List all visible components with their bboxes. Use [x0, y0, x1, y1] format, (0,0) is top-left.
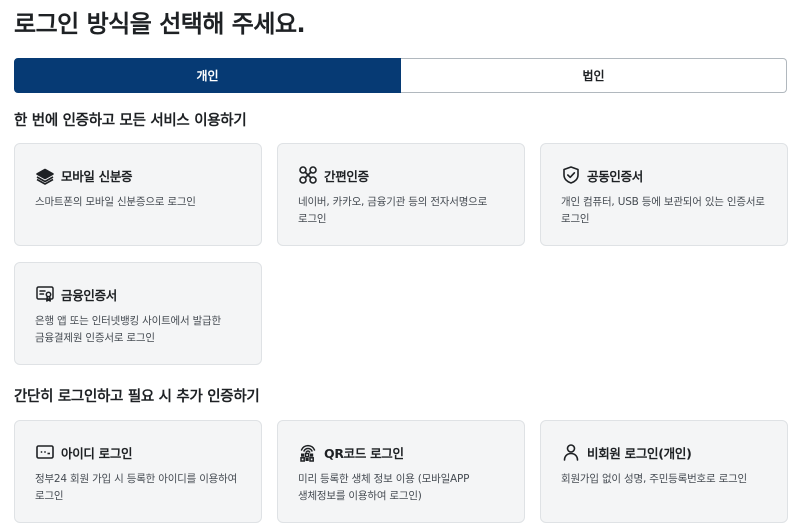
tab-personal[interactable]: 개인: [14, 58, 401, 93]
section-title-simple-login: 간단히 로그인하고 필요 시 추가 인증하기: [14, 389, 260, 405]
card-description: 미리 등록한 생체 정보 이용 (모바일APP 생체정보를 이용하여 로그인): [298, 473, 470, 502]
card-title: 아이디 로그인: [61, 445, 133, 461]
card-description: 정부24 회원 가입 시 등록한 아이디를 이용하여 로그인: [35, 473, 238, 502]
section-title-unified-auth: 한 번에 인증하고 모든 서비스 이용하기: [14, 113, 247, 129]
login-type-tabs: 개인 법인: [14, 58, 787, 93]
card-title: 간편인증: [324, 168, 369, 184]
login-card-mobile-id[interactable]: 모바일 신분증 스마트폰의 모바일 신분증으로 로그인: [14, 143, 262, 246]
card-title: QR코드 로그인: [324, 445, 404, 461]
card-description: 스마트폰의 모바일 신분증으로 로그인: [35, 196, 196, 208]
card-title: 공동인증서: [587, 168, 644, 184]
card-description: 개인 컴퓨터, USB 등에 보관되어 있는 인증서로 로그인: [561, 196, 765, 225]
shield-check-icon: [561, 165, 581, 185]
simple-auth-icon: [298, 165, 318, 185]
login-card-financial-certificate[interactable]: 금융인증서 은행 앱 또는 인터넷뱅킹 사이트에서 발급한 금융결제원 인증서로…: [14, 262, 262, 365]
card-description: 회원가입 없이 성명, 주민등록번호로 로그인: [561, 473, 747, 485]
card-title: 비회원 로그인(개인): [587, 445, 692, 461]
qr-face-icon: [298, 442, 318, 462]
login-card-guest[interactable]: 비회원 로그인(개인) 회원가입 없이 성명, 주민등록번호로 로그인: [540, 420, 788, 523]
id-password-icon: [35, 442, 55, 462]
page-title: 로그인 방식을 선택해 주세요.: [14, 10, 306, 38]
user-icon: [561, 442, 581, 462]
mobile-id-icon: [35, 165, 55, 185]
card-title: 모바일 신분증: [61, 168, 133, 184]
card-description: 은행 앱 또는 인터넷뱅킹 사이트에서 발급한 금융결제원 인증서로 로그인: [35, 315, 221, 344]
login-card-id[interactable]: 아이디 로그인 정부24 회원 가입 시 등록한 아이디를 이용하여 로그인: [14, 420, 262, 523]
certificate-icon: [35, 284, 55, 304]
login-card-simple-auth[interactable]: 간편인증 네이버, 카카오, 금융기관 등의 전자서명으로 로그인: [277, 143, 525, 246]
card-description: 네이버, 카카오, 금융기관 등의 전자서명으로 로그인: [298, 196, 488, 225]
login-card-joint-certificate[interactable]: 공동인증서 개인 컴퓨터, USB 등에 보관되어 있는 인증서로 로그인: [540, 143, 788, 246]
tab-corporate[interactable]: 법인: [401, 58, 787, 93]
card-title: 금융인증서: [61, 287, 118, 303]
login-card-qr[interactable]: QR코드 로그인 미리 등록한 생체 정보 이용 (모바일APP 생체정보를 이…: [277, 420, 525, 523]
